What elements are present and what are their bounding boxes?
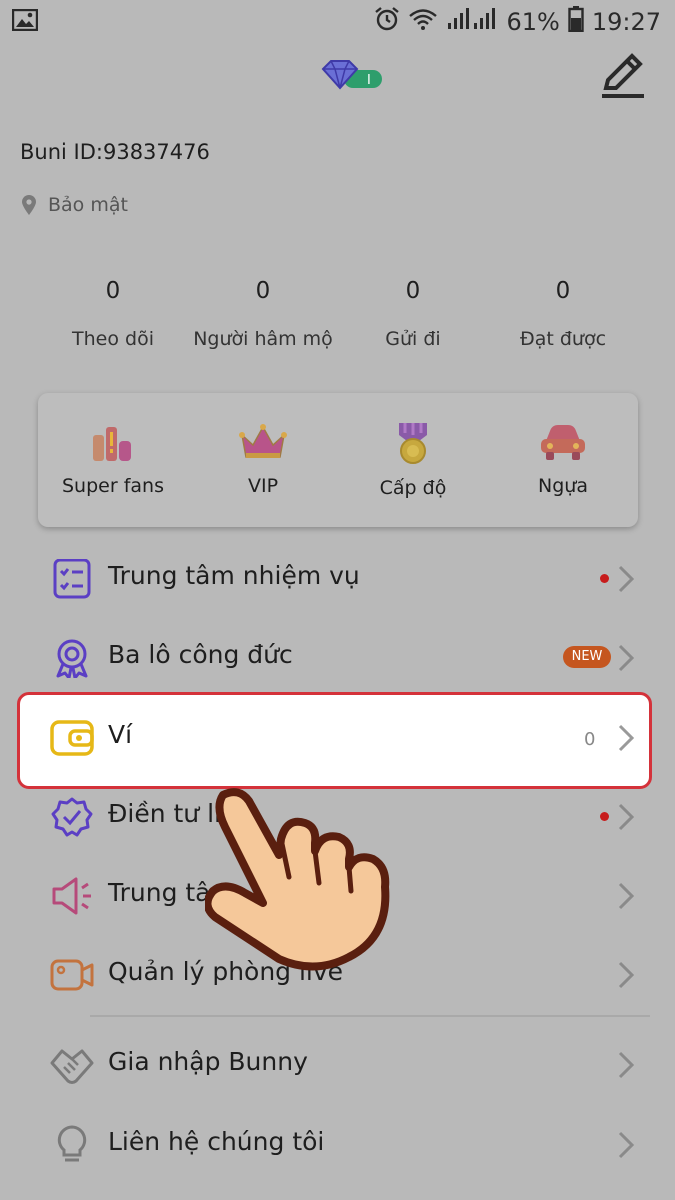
feature-label: Super fans: [62, 475, 164, 497]
menu-label: Liên hệ chúng tôi: [108, 1127, 325, 1156]
alarm-icon: [374, 6, 400, 38]
feature-label: Cấp độ: [379, 477, 447, 499]
status-time: 19:27: [591, 8, 661, 36]
stat-label: Người hâm mộ: [193, 328, 333, 350]
badge-icon: [56, 639, 88, 678]
edit-icon: [602, 53, 644, 98]
location-row: Bảo mật: [20, 194, 128, 216]
menu-label: Ví: [108, 720, 133, 749]
stat-value: 0: [255, 278, 271, 304]
notification-dot: [600, 812, 609, 821]
chevron-right-icon: [618, 644, 635, 672]
stat-value: 0: [405, 278, 421, 304]
task-list-icon: [53, 559, 91, 599]
menu-label: Ba lô công đức: [108, 640, 293, 669]
stat-value: 0: [555, 278, 571, 304]
crown-icon: [239, 424, 287, 458]
wallet-icon: [50, 720, 94, 756]
chevron-right-icon: [618, 882, 635, 910]
super-fans-icon: [93, 427, 131, 461]
stat-label: Theo dõi: [72, 328, 154, 350]
car-icon: [541, 425, 585, 460]
verify-icon: [51, 797, 93, 837]
edit-profile-button[interactable]: [596, 48, 652, 104]
feature-car[interactable]: Ngựa: [493, 423, 633, 497]
menu-divider: [90, 1015, 650, 1017]
chevron-right-icon: [618, 1051, 635, 1079]
wifi-icon: [408, 7, 438, 37]
wallet-balance: 0: [584, 729, 596, 750]
menu-label: Trung tâ: [108, 878, 211, 907]
chevron-right-icon: [618, 803, 635, 831]
stats-row: 0 Theo dõi 0 Người hâm mộ 0 Gửi đi 0 Đạt…: [38, 278, 638, 350]
pointing-hand-icon: [205, 788, 390, 971]
user-id: Buni ID:93837476: [20, 140, 210, 164]
diamond-icon: I: [321, 60, 382, 90]
feature-level[interactable]: Cấp độ: [343, 421, 483, 499]
location-text: Bảo mật: [48, 194, 128, 216]
lightbulb-icon: [57, 1125, 87, 1162]
new-badge: NEW: [563, 646, 611, 668]
menu-item-merit-backpack[interactable]: Ba lô công đức NEW: [0, 618, 675, 698]
location-pin-icon: [22, 195, 36, 215]
diamond-level-badge[interactable]: I: [320, 58, 384, 96]
signal-icon: [446, 7, 498, 37]
battery-icon: [568, 6, 584, 38]
top-bar: I: [0, 44, 675, 114]
menu-item-contact-us[interactable]: Liên hệ chúng tôi: [0, 1105, 675, 1185]
features-card: Super fans VIP Cấp độ Ngựa: [38, 393, 638, 527]
menu-label: Trung tâm nhiệm vụ: [108, 561, 360, 590]
stat-label: Đạt được: [519, 328, 607, 350]
menu-item-wallet[interactable]: Ví 0: [0, 698, 675, 778]
menu-item-task-center[interactable]: Trung tâm nhiệm vụ: [0, 539, 675, 619]
battery-level: 61%: [506, 8, 560, 36]
stat-sent[interactable]: 0 Gửi đi: [338, 278, 488, 350]
chevron-right-icon: [618, 565, 635, 593]
camera-icon: [50, 959, 94, 991]
medal-icon: [399, 423, 427, 464]
feature-label: VIP: [247, 475, 279, 497]
menu-label: Gia nhập Bunny: [108, 1047, 308, 1076]
megaphone-icon: [52, 877, 91, 915]
chevron-right-icon: [618, 724, 635, 752]
stat-received[interactable]: 0 Đạt được: [488, 278, 638, 350]
feature-super-fans[interactable]: Super fans: [43, 423, 183, 497]
notification-dot: [600, 574, 609, 583]
feature-vip[interactable]: VIP: [193, 423, 333, 497]
chevron-right-icon: [618, 1131, 635, 1159]
image-icon: [11, 8, 39, 35]
stat-value: 0: [105, 278, 121, 304]
stat-label: Gửi đi: [385, 328, 441, 350]
handshake-icon: [50, 1049, 94, 1084]
chevron-right-icon: [618, 961, 635, 989]
stat-following[interactable]: 0 Theo dõi: [38, 278, 188, 350]
level-text: I: [367, 73, 371, 88]
menu-item-join-bunny[interactable]: Gia nhập Bunny: [0, 1025, 675, 1105]
feature-label: Ngựa: [538, 475, 588, 497]
status-bar: 61% 19:27: [0, 0, 675, 44]
stat-fans[interactable]: 0 Người hâm mộ: [188, 278, 338, 350]
